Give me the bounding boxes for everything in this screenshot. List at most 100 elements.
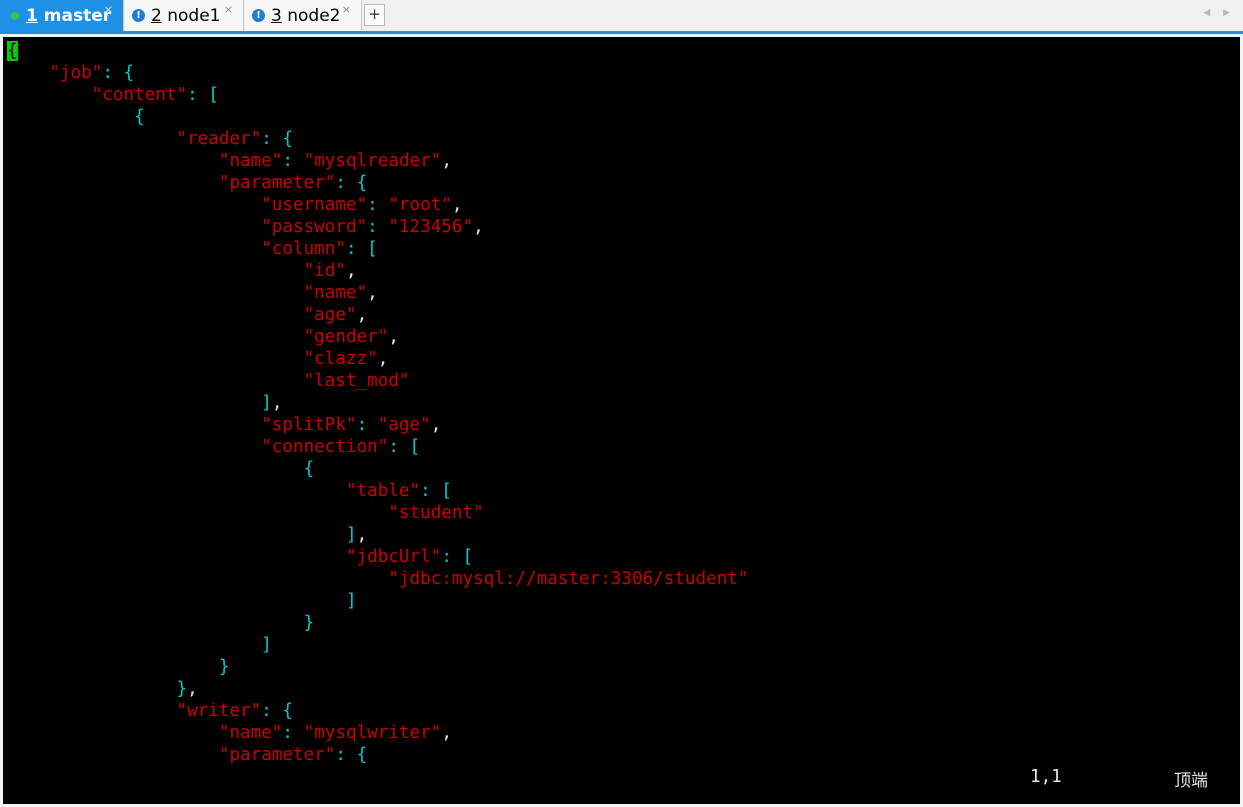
- tab-node1[interactable]: ! 2 node1 ×: [125, 0, 244, 31]
- json-text: [7, 151, 219, 171]
- vim-buffer: { "job": { "content": [ { "reader": { "n…: [7, 40, 748, 766]
- json-punct: }: [218, 657, 230, 677]
- json-string: "name": [303, 283, 368, 303]
- tab-label: 1 master: [26, 6, 112, 26]
- json-string: "reader": [176, 129, 262, 149]
- session-tab-bar: 1 master × ! 2 node1 × ! 3 node2 × + ◀ ▶: [0, 0, 1243, 34]
- json-punct: : [: [420, 481, 452, 501]
- json-text: ,: [356, 525, 368, 545]
- scroll-position: 顶端: [1174, 771, 1208, 791]
- json-string: "name": [218, 723, 283, 743]
- json-text: [7, 503, 388, 523]
- json-punct: : [: [441, 547, 474, 567]
- json-punct: :: [282, 151, 304, 171]
- json-string: "connection": [261, 437, 389, 457]
- json-text: [7, 459, 304, 479]
- json-string: "username": [261, 195, 368, 215]
- json-text: [7, 283, 304, 303]
- json-punct: : {: [102, 63, 135, 83]
- json-string: "id": [303, 261, 346, 281]
- json-string: "gender": [303, 327, 389, 347]
- new-tab-button[interactable]: +: [364, 4, 385, 26]
- json-string: "name": [218, 151, 283, 171]
- json-string: "mysqlwriter": [303, 723, 442, 743]
- json-string: "clazz": [303, 349, 378, 369]
- json-string: "mysqlreader": [303, 151, 442, 171]
- code-line: "name",: [7, 282, 748, 304]
- code-line: "parameter": {: [7, 744, 748, 766]
- code-line: "id",: [7, 260, 748, 282]
- tab-scroll-arrows[interactable]: ◀ ▶: [1203, 8, 1235, 18]
- json-text: [7, 723, 219, 743]
- json-text: [7, 85, 92, 105]
- json-text: [7, 107, 134, 127]
- json-string: "age": [377, 415, 431, 435]
- tab-master[interactable]: 1 master ×: [0, 0, 124, 31]
- json-punct: :: [282, 723, 304, 743]
- json-string: "writer": [176, 701, 262, 721]
- json-string: "jdbcUrl": [345, 547, 442, 567]
- json-text: [7, 745, 219, 765]
- terminal-pane[interactable]: { "job": { "content": [ { "reader": { "n…: [3, 37, 1240, 804]
- json-punct: ]: [261, 635, 272, 655]
- json-text: [7, 635, 261, 655]
- json-punct: : {: [335, 745, 368, 765]
- json-string: "age": [303, 305, 357, 325]
- json-text: [7, 327, 304, 347]
- json-string: "parameter": [218, 745, 336, 765]
- json-text: ,: [451, 195, 463, 215]
- code-line: "jdbcUrl": [: [7, 546, 748, 568]
- json-text: [7, 437, 261, 457]
- json-text: [7, 547, 346, 567]
- json-text: [7, 415, 261, 435]
- json-string: "root": [388, 195, 452, 215]
- json-text: ,: [441, 151, 452, 171]
- code-line: {: [7, 106, 748, 128]
- json-text: [7, 679, 176, 699]
- json-text: ,: [187, 679, 198, 699]
- code-line: ],: [7, 392, 748, 414]
- json-string: "student": [388, 503, 484, 523]
- json-text: ,: [377, 349, 389, 369]
- json-punct: :: [367, 217, 389, 237]
- json-string: "123456": [388, 217, 474, 237]
- json-punct: : {: [261, 701, 294, 721]
- json-punct: : {: [261, 129, 294, 149]
- json-text: [7, 591, 346, 611]
- code-line: "name": "mysqlreader",: [7, 150, 748, 172]
- info-icon: !: [252, 9, 265, 22]
- json-punct: {: [303, 459, 315, 479]
- json-punct: : {: [335, 173, 368, 193]
- json-text: ,: [430, 415, 442, 435]
- json-string: "last_mod": [303, 371, 410, 391]
- json-text: [7, 613, 304, 633]
- close-icon[interactable]: ×: [104, 3, 113, 16]
- json-punct: }: [176, 679, 188, 699]
- close-icon[interactable]: ×: [342, 3, 351, 16]
- code-line: ],: [7, 524, 748, 546]
- tab-node2[interactable]: ! 3 node2 ×: [245, 0, 362, 31]
- code-line: ]: [7, 590, 748, 612]
- json-text: [7, 305, 304, 325]
- json-punct: {: [134, 107, 145, 127]
- json-text: ,: [441, 723, 452, 743]
- code-line: "student": [7, 502, 748, 524]
- code-line: {: [7, 40, 748, 62]
- close-icon[interactable]: ×: [224, 3, 233, 16]
- json-text: [7, 481, 346, 501]
- code-line: "reader": {: [7, 128, 748, 150]
- json-string: "jdbc:mysql://master:3306/student": [388, 569, 749, 589]
- json-text: [7, 195, 261, 215]
- json-string: "job": [49, 63, 103, 83]
- code-line: "column": [: [7, 238, 748, 260]
- code-line: },: [7, 678, 748, 700]
- cursor-position: 1,1: [1030, 767, 1062, 787]
- code-line: ]: [7, 634, 748, 656]
- code-line: "parameter": {: [7, 172, 748, 194]
- json-text: ,: [345, 261, 357, 281]
- json-punct: }: [303, 613, 315, 633]
- json-string: "password": [261, 217, 368, 237]
- json-text: ,: [367, 283, 378, 303]
- json-text: [7, 129, 176, 149]
- info-icon: !: [132, 9, 145, 22]
